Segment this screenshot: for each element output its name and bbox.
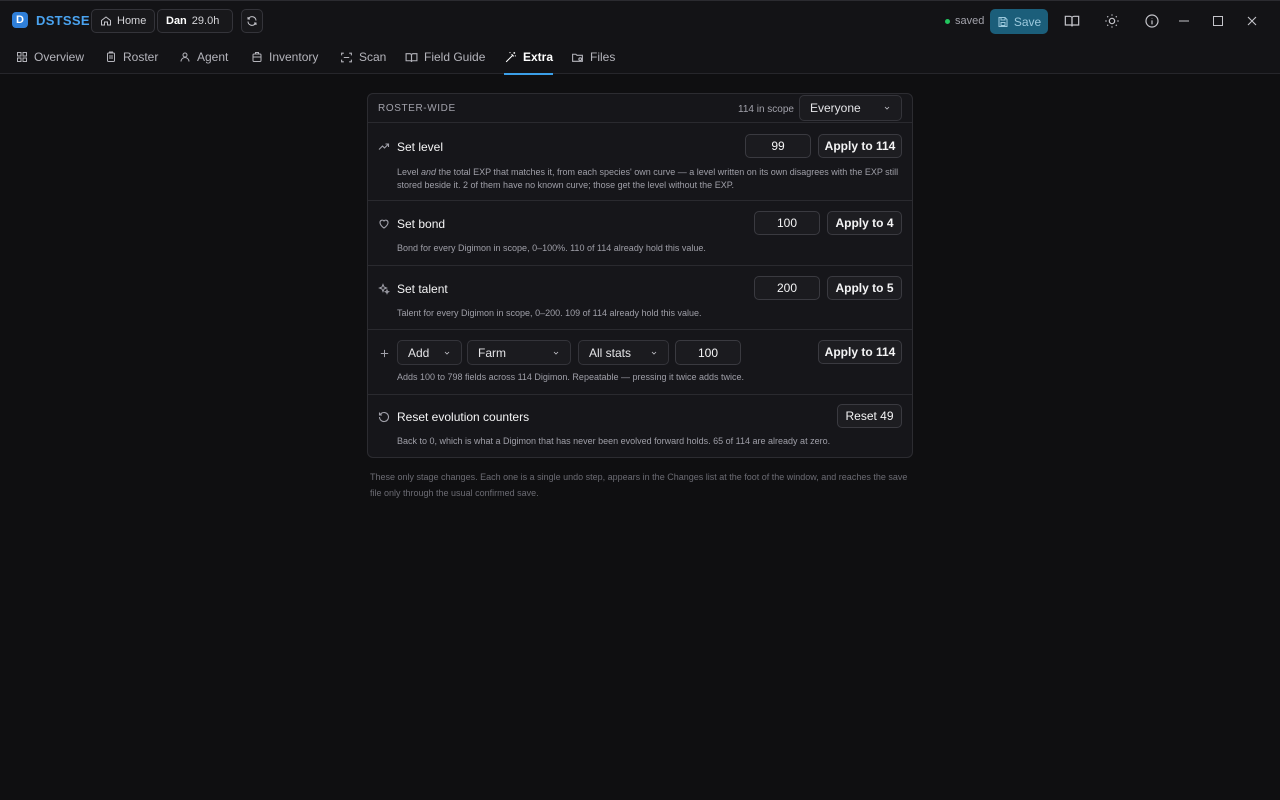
chevron-down-icon bbox=[651, 351, 657, 355]
guide-button[interactable] bbox=[1062, 11, 1082, 31]
about-button[interactable] bbox=[1142, 11, 1162, 31]
operation-select-value: Add bbox=[408, 345, 430, 360]
set-bond-row: Set bond 100 Apply to 4 Bond for every D… bbox=[368, 201, 912, 266]
wand-icon bbox=[505, 51, 516, 62]
info-icon bbox=[1145, 14, 1159, 28]
reset-evolution-button[interactable]: Reset 49 bbox=[837, 404, 902, 428]
tab-inventory[interactable]: Inventory bbox=[251, 40, 318, 74]
add-stats-description: Adds 100 to 798 fields across 114 Digimo… bbox=[397, 372, 745, 382]
grid-icon bbox=[17, 52, 27, 62]
save-button[interactable]: Save bbox=[990, 9, 1048, 34]
home-button[interactable]: Home bbox=[91, 9, 156, 33]
tab-label: Scan bbox=[359, 50, 387, 64]
tab-scan[interactable]: Scan bbox=[340, 40, 386, 74]
plus-icon bbox=[378, 347, 390, 359]
set-talent-row: Set talent 200 Apply to 5 Talent for eve… bbox=[368, 266, 912, 330]
tab-agent[interactable]: Agent bbox=[179, 40, 228, 74]
set-talent-title: Set talent bbox=[397, 282, 448, 296]
titlebar: D DSTSSE Home Dan 29.0h saved Save bbox=[0, 1, 1280, 40]
save-status: saved bbox=[945, 15, 984, 27]
app-logo: D bbox=[12, 12, 28, 28]
heart-icon bbox=[378, 218, 390, 230]
apply-bond-button[interactable]: Apply to 4 bbox=[827, 211, 902, 235]
sparkles-icon bbox=[378, 283, 390, 295]
reload-button[interactable] bbox=[241, 9, 263, 33]
apply-talent-button[interactable]: Apply to 5 bbox=[827, 276, 902, 300]
home-icon bbox=[101, 16, 111, 26]
open-book-icon bbox=[1064, 15, 1080, 27]
reset-evolution-row: Reset evolution counters Reset 49 Back t… bbox=[368, 395, 912, 457]
tab-label: Extra bbox=[523, 50, 554, 64]
tab-files[interactable]: Files bbox=[571, 40, 615, 74]
panel-title: ROSTER-WIDE bbox=[378, 103, 456, 114]
clipboard-icon bbox=[107, 51, 115, 62]
set-talent-description: Talent for every Digimon in scope, 0–200… bbox=[397, 308, 702, 318]
minimize-button[interactable] bbox=[1174, 11, 1194, 31]
field-select-value: Farm bbox=[478, 345, 506, 360]
profile-selector[interactable]: Dan 29.0h bbox=[157, 9, 233, 33]
package-icon bbox=[252, 52, 262, 62]
operation-select[interactable]: Add bbox=[397, 340, 462, 365]
set-level-title: Set level bbox=[397, 140, 444, 154]
sun-icon bbox=[1105, 14, 1119, 28]
panel-header: ROSTER-WIDE 114 in scope Everyone bbox=[368, 94, 912, 123]
tab-label: Files bbox=[590, 50, 616, 64]
chevron-down-icon bbox=[884, 106, 890, 110]
refresh-icon bbox=[247, 16, 257, 26]
close-button[interactable] bbox=[1242, 11, 1262, 31]
scope-select[interactable]: Everyone bbox=[799, 95, 902, 121]
footer-note: These only stage changes. Each one is a … bbox=[370, 472, 908, 498]
save-label: Save bbox=[1013, 14, 1042, 29]
tab-label: Roster bbox=[123, 50, 159, 64]
trending-up-icon bbox=[378, 141, 390, 153]
tab-overview[interactable]: Overview bbox=[16, 40, 84, 74]
status-dot bbox=[945, 18, 950, 24]
tab-bar: Overview Roster Agent Inventory Scan Fie… bbox=[0, 40, 1280, 75]
floppy-disk-icon bbox=[998, 16, 1008, 27]
close-icon bbox=[1247, 16, 1257, 26]
set-bond-title: Set bond bbox=[397, 217, 446, 231]
set-level-description: Level and the total EXP that matches it,… bbox=[397, 167, 899, 190]
home-label: Home bbox=[117, 15, 147, 27]
tab-label: Inventory bbox=[269, 50, 319, 64]
add-amount-input[interactable]: 100 bbox=[675, 340, 741, 365]
chevron-down-icon bbox=[553, 351, 559, 355]
profile-playtime: 29.0h bbox=[191, 15, 220, 27]
set-level-row: Set level 99 Apply to 114 Level and the … bbox=[368, 123, 912, 201]
apply-add-button[interactable]: Apply to 114 bbox=[818, 340, 902, 364]
minimize-icon bbox=[1179, 20, 1189, 22]
app-name: DSTSSE bbox=[36, 13, 90, 28]
level-input[interactable]: 99 bbox=[745, 134, 811, 158]
stats-select[interactable]: All stats bbox=[578, 340, 669, 365]
bond-input[interactable]: 100 bbox=[754, 211, 820, 235]
scope-count: 114 in scope bbox=[738, 104, 794, 115]
save-status-text: saved bbox=[955, 15, 985, 27]
theme-toggle-button[interactable] bbox=[1102, 11, 1122, 31]
rotate-ccw-icon bbox=[378, 411, 390, 423]
user-icon bbox=[180, 52, 190, 62]
tab-extra[interactable]: Extra bbox=[504, 40, 554, 75]
chevron-down-icon bbox=[444, 351, 450, 355]
folder-icon bbox=[572, 53, 583, 62]
stats-select-value: All stats bbox=[589, 345, 632, 360]
tab-label: Agent bbox=[197, 50, 229, 64]
tab-roster[interactable]: Roster bbox=[105, 40, 158, 74]
maximize-icon bbox=[1213, 16, 1223, 26]
book-icon bbox=[405, 52, 418, 62]
maximize-button[interactable] bbox=[1208, 11, 1228, 31]
scope-select-value: Everyone bbox=[810, 101, 861, 115]
profile-name: Dan bbox=[166, 15, 187, 27]
tab-label: Overview bbox=[34, 50, 85, 64]
tab-label: Field Guide bbox=[424, 50, 486, 64]
add-stats-row: Add Farm All stats 100 Apply to 114 Adds… bbox=[368, 330, 912, 395]
talent-input[interactable]: 200 bbox=[754, 276, 820, 300]
scan-icon bbox=[341, 52, 352, 62]
roster-wide-panel: ROSTER-WIDE 114 in scope Everyone Set le… bbox=[367, 93, 913, 458]
reset-evolution-description: Back to 0, which is what a Digimon that … bbox=[397, 436, 831, 446]
field-select[interactable]: Farm bbox=[467, 340, 571, 365]
tab-field-guide[interactable]: Field Guide bbox=[405, 40, 485, 74]
set-bond-description: Bond for every Digimon in scope, 0–100%.… bbox=[397, 243, 706, 253]
reset-evolution-title: Reset evolution counters bbox=[397, 410, 530, 424]
apply-level-button[interactable]: Apply to 114 bbox=[818, 134, 902, 158]
